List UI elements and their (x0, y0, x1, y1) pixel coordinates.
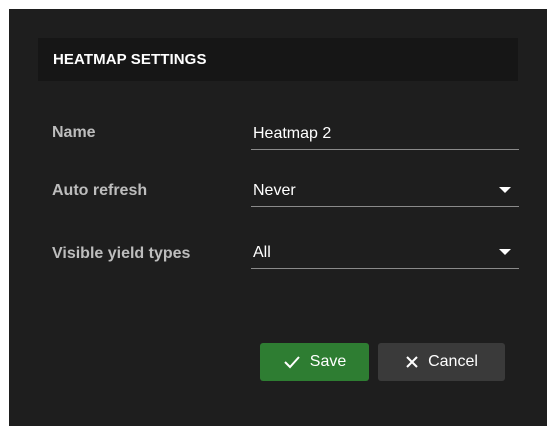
name-input[interactable]: Heatmap 2 (251, 119, 519, 150)
auto-refresh-select[interactable]: Never (251, 176, 519, 207)
close-icon (406, 356, 418, 368)
auto-refresh-row: Auto refresh Never (52, 176, 519, 216)
check-icon (284, 356, 300, 369)
name-label: Name (52, 124, 96, 141)
cancel-button-label: Cancel (428, 353, 478, 370)
caret-down-icon (499, 187, 511, 193)
name-row: Name Heatmap 2 (52, 119, 519, 159)
save-button[interactable]: Save (260, 343, 369, 381)
dialog-title: HEATMAP SETTINGS (53, 51, 207, 68)
visible-yield-types-value: All (253, 244, 271, 261)
cancel-button[interactable]: Cancel (378, 343, 505, 381)
visible-yield-types-select[interactable]: All (251, 238, 519, 269)
visible-yield-types-label: Visible yield types (52, 245, 191, 262)
caret-down-icon (499, 249, 511, 255)
visible-yield-types-row: Visible yield types All (52, 238, 519, 278)
dialog-header: HEATMAP SETTINGS (38, 38, 518, 81)
auto-refresh-value: Never (253, 182, 296, 199)
heatmap-settings-dialog: HEATMAP SETTINGS Name Heatmap 2 Auto ref… (9, 9, 547, 426)
name-input-value: Heatmap 2 (253, 125, 332, 142)
auto-refresh-label: Auto refresh (52, 182, 148, 199)
save-button-label: Save (309, 353, 347, 370)
